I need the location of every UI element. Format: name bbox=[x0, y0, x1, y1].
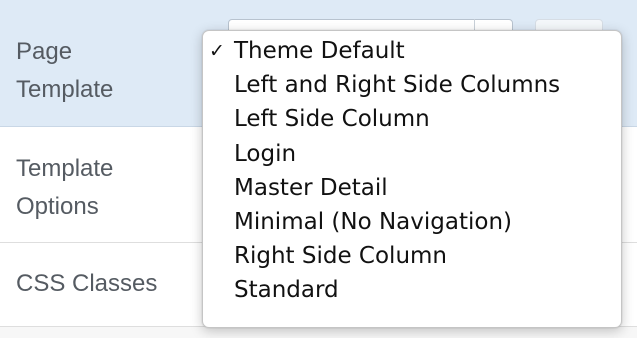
template-options-label-line2: Options bbox=[16, 193, 99, 220]
template-options-label-line1: Template bbox=[16, 155, 114, 182]
css-classes-label: CSS Classes bbox=[16, 270, 158, 297]
menu-item-theme-default[interactable]: ✓ Theme Default bbox=[203, 34, 621, 68]
menu-item-label: Left Side Column bbox=[234, 106, 430, 133]
page-template-label-line2: Template bbox=[16, 76, 114, 103]
page-template-dropdown-menu: ✓ Theme Default Left and Right Side Colu… bbox=[202, 30, 622, 328]
menu-item-left-and-right-side-columns[interactable]: Left and Right Side Columns bbox=[203, 68, 621, 102]
menu-item-right-side-column[interactable]: Right Side Column bbox=[203, 239, 621, 273]
checkmark-icon: ✓ bbox=[209, 40, 225, 62]
template-options-label: Template Options bbox=[16, 150, 113, 226]
menu-item-left-side-column[interactable]: Left Side Column bbox=[203, 102, 621, 136]
menu-item-label: Theme Default bbox=[234, 38, 405, 64]
menu-item-standard[interactable]: Standard bbox=[203, 273, 621, 307]
bottom-strip bbox=[0, 327, 637, 338]
menu-item-label: Login bbox=[234, 140, 297, 167]
page-template-label: Page Template bbox=[16, 33, 113, 109]
menu-item-label: Master Detail bbox=[234, 174, 388, 201]
menu-item-label: Minimal (No Navigation) bbox=[234, 208, 512, 235]
menu-item-minimal-no-navigation[interactable]: Minimal (No Navigation) bbox=[203, 205, 621, 239]
menu-item-login[interactable]: Login bbox=[203, 137, 621, 171]
menu-item-label: Left and Right Side Columns bbox=[234, 72, 561, 99]
menu-item-label: Standard bbox=[234, 277, 339, 304]
menu-item-label: Right Side Column bbox=[234, 243, 448, 270]
menu-item-master-detail[interactable]: Master Detail bbox=[203, 171, 621, 205]
page-template-label-line1: Page bbox=[16, 38, 73, 65]
